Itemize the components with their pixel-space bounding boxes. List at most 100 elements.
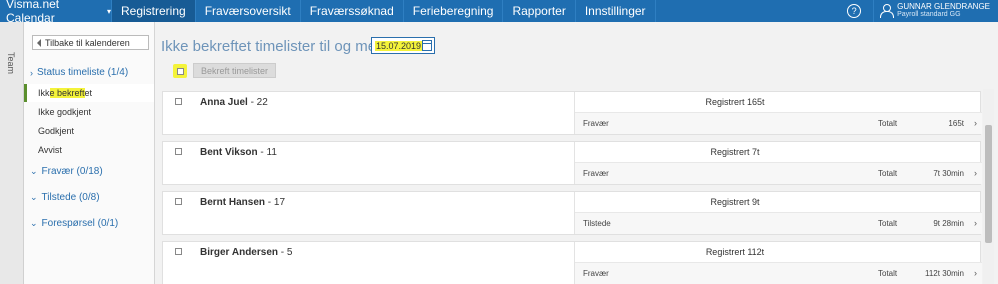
chevron-right-icon[interactable]: › (974, 268, 977, 278)
back-to-calendar-button[interactable]: Tilbake til kalenderen (32, 35, 149, 50)
employee-name: Bernt Hansen (200, 197, 266, 208)
main-content: Ikke bekreftet timelister til og med 15.… (155, 22, 998, 284)
registered-hours: Registrert 9t (710, 197, 760, 207)
row-summary: Registrert 112t Fravær Totalt 112t 30min… (574, 242, 982, 284)
select-all-checkbox[interactable] (173, 64, 187, 78)
category: Tilstede (583, 219, 611, 228)
employee-name: Anna Juel (200, 97, 248, 108)
employee: Bent Vikson - 11 (200, 147, 277, 158)
nav-label: Fraværsoversikt (204, 4, 291, 18)
app-menu[interactable]: Visma.net Calendar ▾ (0, 0, 112, 25)
row-summary: Registrert 165t Fravær Totalt 165t › (574, 92, 982, 134)
nav-registrering[interactable]: Registrering (112, 0, 196, 22)
page-title: Ikke bekreftet timelister til og med (161, 38, 385, 55)
sidebar-item-godkjent[interactable]: Godkjent (24, 122, 154, 140)
registered-hours: Registrert 165t (705, 97, 765, 107)
group-label: Tilstede (0/8) (41, 192, 100, 203)
main-nav: Registrering Fraværsoversikt Fraværssøkn… (112, 0, 656, 22)
top-right-area: ? GUNNAR GLENDRANGE Payroll standard GG (847, 0, 998, 22)
group-label: Fravær (0/18) (41, 166, 103, 177)
table-row[interactable]: Anna Juel - 22 Registrert 165t Fravær To… (162, 91, 982, 135)
row-checkbox[interactable] (175, 198, 182, 205)
confirm-timesheets-button[interactable]: Bekreft timelister (193, 63, 276, 78)
team-label: Team (6, 52, 16, 75)
scrollbar[interactable] (983, 89, 994, 284)
sidebar-item-avvist[interactable]: Avvist (24, 141, 154, 159)
total-value: 165t (948, 119, 964, 128)
calendar-icon[interactable] (422, 40, 432, 51)
total-label: Totalt (878, 269, 898, 278)
user-role: Payroll standard GG (897, 11, 961, 18)
category: Fravær (583, 269, 609, 278)
employee-name: Birger Andersen (200, 247, 278, 258)
employee-number: - 11 (260, 147, 277, 158)
table-row[interactable]: Bernt Hansen - 17 Registrert 9t Tilstede… (162, 191, 982, 235)
total-label: Totalt (878, 169, 898, 178)
nav-rapporter[interactable]: Rapporter (503, 0, 576, 22)
row-detail[interactable]: Fravær Totalt 7t 30min › (575, 162, 982, 184)
registered-hours: Registrert 7t (710, 147, 760, 157)
sidebar-group-foresporsel[interactable]: ⌄ Forespørsel (0/1) (30, 218, 118, 229)
help-icon[interactable]: ? (847, 4, 862, 18)
group-label: Forespørsel (0/1) (41, 218, 119, 229)
chevron-down-icon: ▾ (106, 6, 111, 16)
row-detail[interactable]: Tilstede Totalt 9t 28min › (575, 212, 982, 234)
employee-number: - 5 (280, 247, 293, 258)
sidebar-item-ikke-bekreftet[interactable]: Ikke bekreftet (24, 84, 154, 102)
employee-name: Bent Vikson (200, 147, 258, 158)
category: Fravær (583, 169, 609, 178)
chevron-right-icon[interactable]: › (974, 218, 977, 228)
employee: Birger Andersen - 5 (200, 247, 292, 258)
item-label: Godkjent (38, 126, 75, 136)
date-value: 15.07.2019 (375, 40, 423, 51)
registered-hours: Registrert 112t (705, 247, 765, 257)
row-detail[interactable]: Fravær Totalt 165t › (575, 112, 982, 134)
user-menu[interactable]: GUNNAR GLENDRANGE Payroll standard GG (873, 0, 998, 22)
table-row[interactable]: Birger Andersen - 5 Registrert 112t Frav… (162, 241, 982, 284)
table-row[interactable]: Bent Vikson - 11 Registrert 7t Fravær To… (162, 141, 982, 185)
item-label: Avvist (38, 145, 62, 155)
total-value: 112t 30min (925, 269, 964, 278)
nav-label: Innstillinger (584, 4, 646, 18)
sidebar-group-tilstede[interactable]: ⌄ Tilstede (0/8) (30, 192, 100, 203)
nav-fravaerssoknad[interactable]: Fraværssøknad (301, 0, 404, 22)
back-arrow-icon (37, 38, 41, 47)
nav-label: Rapporter (512, 4, 566, 18)
nav-ferieberegning[interactable]: Ferieberegning (404, 0, 504, 22)
employee: Anna Juel - 22 (200, 97, 268, 108)
row-checkbox[interactable] (175, 148, 182, 155)
row-summary: Registrert 9t Tilstede Totalt 9t 28min › (574, 192, 982, 234)
row-checkbox[interactable] (175, 248, 182, 255)
row-checkbox[interactable] (175, 98, 182, 105)
label-part: et (84, 88, 93, 98)
back-label: Tilbake til kalenderen (45, 37, 130, 48)
item-label: Ikke godkjent (38, 107, 92, 117)
nav-fravaersoversikt[interactable]: Fraværsoversikt (196, 0, 301, 22)
chevron-down-icon: ⌄ (30, 166, 38, 176)
sidebar-group-fravaer[interactable]: ⌄ Fravær (0/18) (30, 166, 103, 177)
scrollbar-thumb[interactable] (985, 125, 992, 243)
item-label: Ikke bekreftet (38, 88, 92, 98)
chevron-right-icon: › (30, 67, 33, 78)
total-value: 9t 28min (933, 219, 964, 228)
top-bar: Visma.net Calendar ▾ Registrering Fravær… (0, 0, 998, 25)
group-label: Status timeliste (1/4) (37, 67, 129, 78)
employee-number: - 17 (267, 197, 286, 208)
nav-innstillinger[interactable]: Innstillinger (576, 0, 656, 22)
total-label: Totalt (878, 219, 898, 228)
row-detail[interactable]: Fravær Totalt 112t 30min › (575, 262, 982, 284)
sidebar-group-status[interactable]: › Status timeliste (1/4) (30, 67, 128, 78)
sidebar-item-ikke-godkjent[interactable]: Ikke godkjent (24, 103, 154, 121)
team-panel-toggle[interactable]: Team (0, 22, 24, 284)
total-value: 7t 30min (933, 169, 964, 178)
user-icon (880, 4, 895, 18)
label-part: Ikk (38, 88, 50, 98)
sidebar: Tilbake til kalenderen › Status timelist… (24, 22, 155, 284)
chevron-right-icon[interactable]: › (974, 118, 977, 128)
nav-label: Fraværssøknad (309, 4, 394, 18)
chevron-right-icon[interactable]: › (974, 168, 977, 178)
user-info: GUNNAR GLENDRANGE Payroll standard GG (897, 3, 990, 19)
date-input[interactable]: 15.07.2019 (371, 37, 435, 54)
label-highlight: e bekreft (49, 88, 85, 98)
nav-label: Ferieberegning (412, 4, 494, 18)
